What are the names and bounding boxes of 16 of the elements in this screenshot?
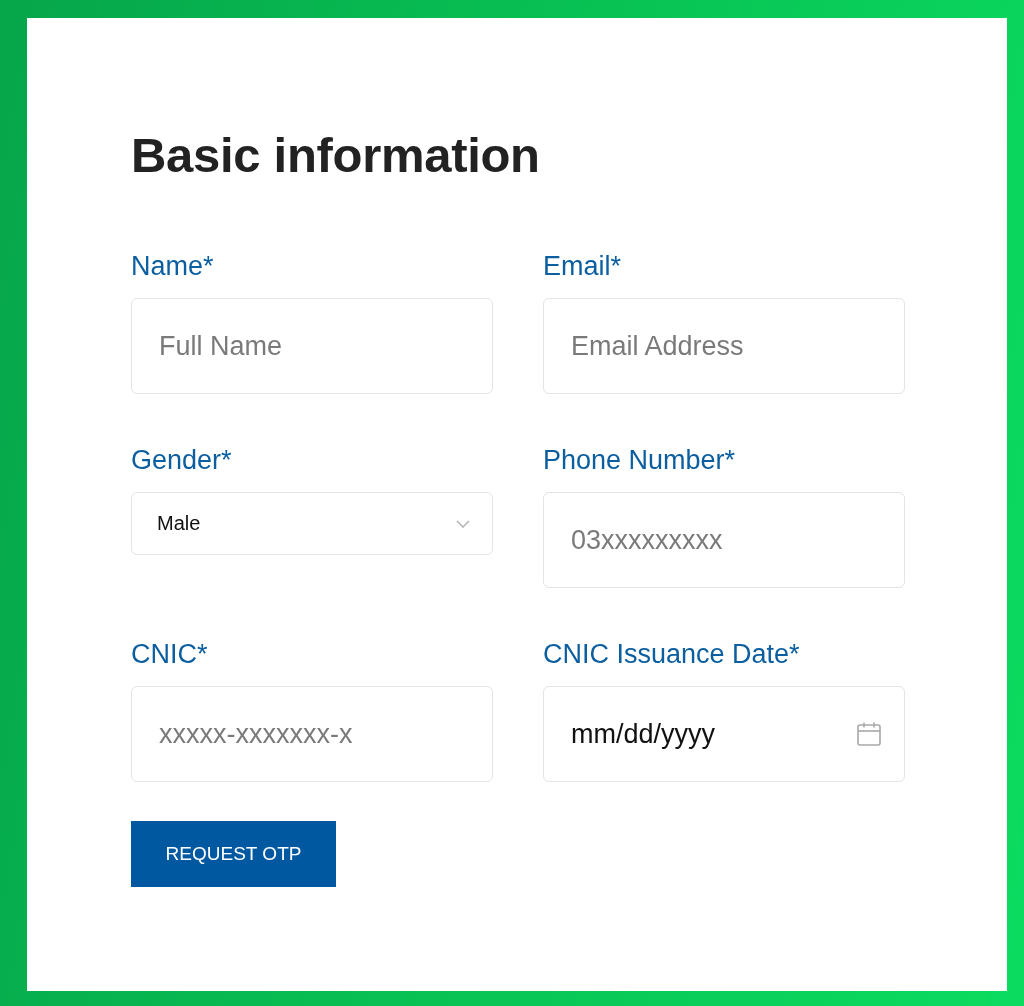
field-label: Gender* <box>131 444 232 477</box>
calendar-icon[interactable] <box>857 722 881 746</box>
field-label: CNIC Issuance Date* <box>543 638 800 671</box>
section-heading: Basic information <box>131 127 540 184</box>
chevron-down-icon <box>456 519 470 528</box>
input-field[interactable]: Email Address <box>543 298 905 394</box>
input-field[interactable]: xxxxx-xxxxxxx-x <box>131 686 493 782</box>
input-field[interactable]: Full Name <box>131 298 493 394</box>
input-field[interactable]: 03xxxxxxxxx <box>543 492 905 588</box>
field-label: Name* <box>131 250 214 283</box>
field-label: Phone Number* <box>543 444 736 477</box>
date-field[interactable]: mm/dd/yyyy <box>543 686 905 782</box>
field-label: Email* <box>543 250 622 283</box>
request-otp-button[interactable]: REQUEST OTP <box>131 821 336 887</box>
select-field[interactable]: Male <box>131 492 493 555</box>
field-label: CNIC* <box>131 638 208 671</box>
